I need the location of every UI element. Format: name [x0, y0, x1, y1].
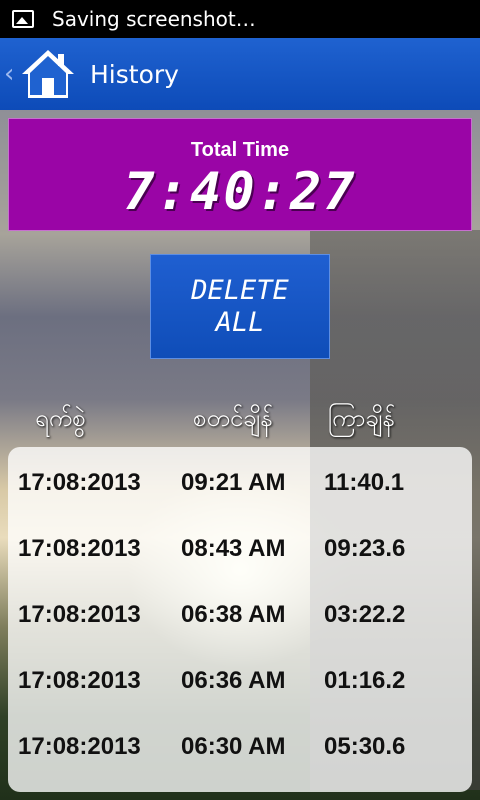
back-chevron-icon[interactable]: ‹ — [4, 59, 18, 89]
total-time-panel: Total Time 7:40:27 — [8, 118, 472, 231]
row-duration: 09:23.6 — [324, 535, 406, 562]
list-item[interactable]: 17:08:2013 09:21 AM 11:40.1 — [8, 449, 472, 515]
page-title: History — [90, 59, 179, 89]
row-date: 17:08:2013 — [18, 601, 141, 628]
status-bar: Saving screenshot… — [0, 0, 480, 38]
column-header-start: စတင်ချိန် — [193, 404, 273, 432]
row-start: 06:38 AM — [181, 601, 286, 628]
row-start: 08:43 AM — [181, 535, 286, 562]
row-date: 17:08:2013 — [18, 667, 141, 694]
list-item[interactable]: 17:08:2013 06:36 AM 01:16.2 — [8, 647, 472, 713]
home-icon[interactable] — [20, 46, 76, 102]
row-duration: 03:22.2 — [324, 601, 406, 628]
image-icon — [12, 10, 34, 28]
row-duration: 01:16.2 — [324, 667, 406, 694]
row-duration: 11:40.1 — [324, 469, 405, 496]
list-item[interactable]: 17:08:2013 06:38 AM 03:22.2 — [8, 581, 472, 647]
row-start: 09:21 AM — [181, 469, 286, 496]
list-item[interactable]: 17:08:2013 08:43 AM 09:23.6 — [8, 515, 472, 581]
total-time-value: 7:40:27 — [123, 162, 357, 222]
column-header-duration: ကြာချိန် — [328, 404, 396, 432]
delete-all-button[interactable]: DELETE ALL — [150, 254, 330, 359]
row-start: 06:30 AM — [181, 733, 286, 760]
row-date: 17:08:2013 — [18, 535, 141, 562]
row-start: 06:36 AM — [181, 667, 286, 694]
row-date: 17:08:2013 — [18, 733, 141, 760]
list-item[interactable]: 17:08:2013 06:30 AM 05:30.6 — [8, 713, 472, 779]
row-date: 17:08:2013 — [18, 469, 141, 496]
action-bar: ‹ History — [0, 38, 480, 110]
total-time-label: Total Time — [190, 139, 290, 161]
column-header-date: ရက်စွဲ — [35, 404, 86, 432]
status-text: Saving screenshot… — [52, 7, 256, 31]
column-headers: ရက်စွဲ စတင်ချိန် ကြာချိန် — [0, 398, 480, 440]
row-duration: 05:30.6 — [324, 733, 406, 760]
history-list: 17:08:2013 09:21 AM 11:40.1 17:08:2013 0… — [8, 447, 472, 792]
